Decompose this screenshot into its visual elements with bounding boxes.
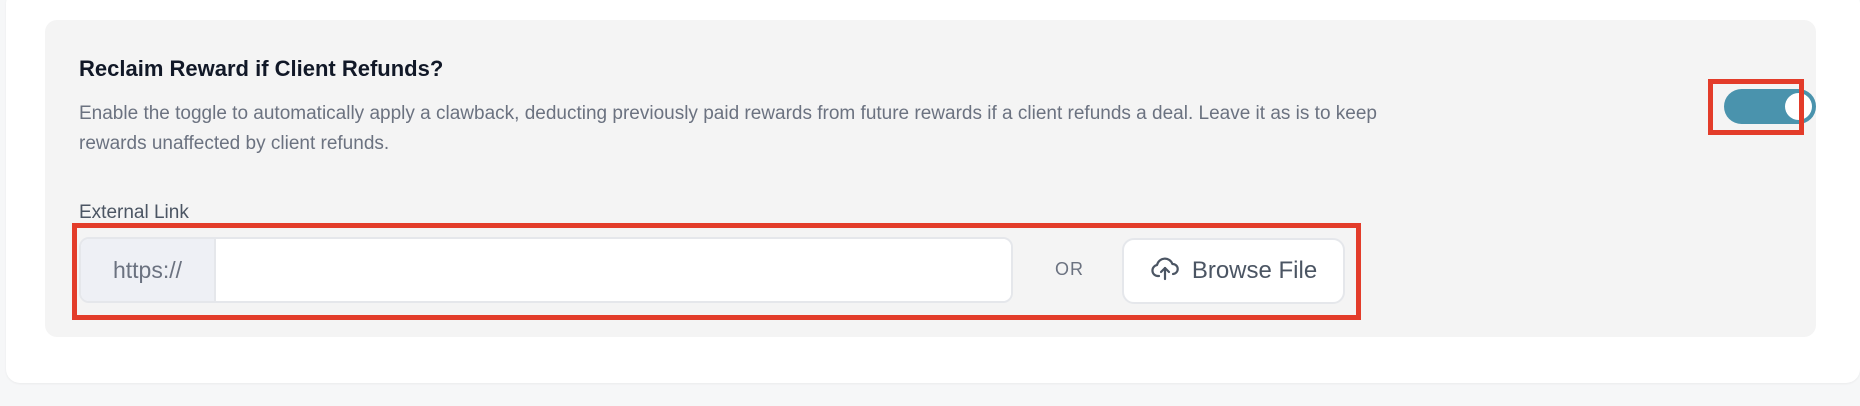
external-link-label: External Link [79, 202, 189, 223]
toggle-knob [1785, 93, 1812, 120]
browse-file-button[interactable]: Browse File [1122, 238, 1345, 304]
setting-description: Enable the toggle to automatically apply… [79, 103, 1377, 154]
external-link-field: https:// [79, 237, 1013, 303]
setting-title: Reclaim Reward if Client Refunds? [79, 56, 444, 81]
or-separator: OR [1055, 259, 1084, 279]
clawback-toggle[interactable] [1724, 89, 1816, 124]
browse-file-label: Browse File [1191, 257, 1318, 284]
url-prefix: https:// [81, 239, 216, 301]
external-link-input[interactable] [216, 239, 1011, 301]
cloud-upload-icon [1150, 256, 1180, 287]
